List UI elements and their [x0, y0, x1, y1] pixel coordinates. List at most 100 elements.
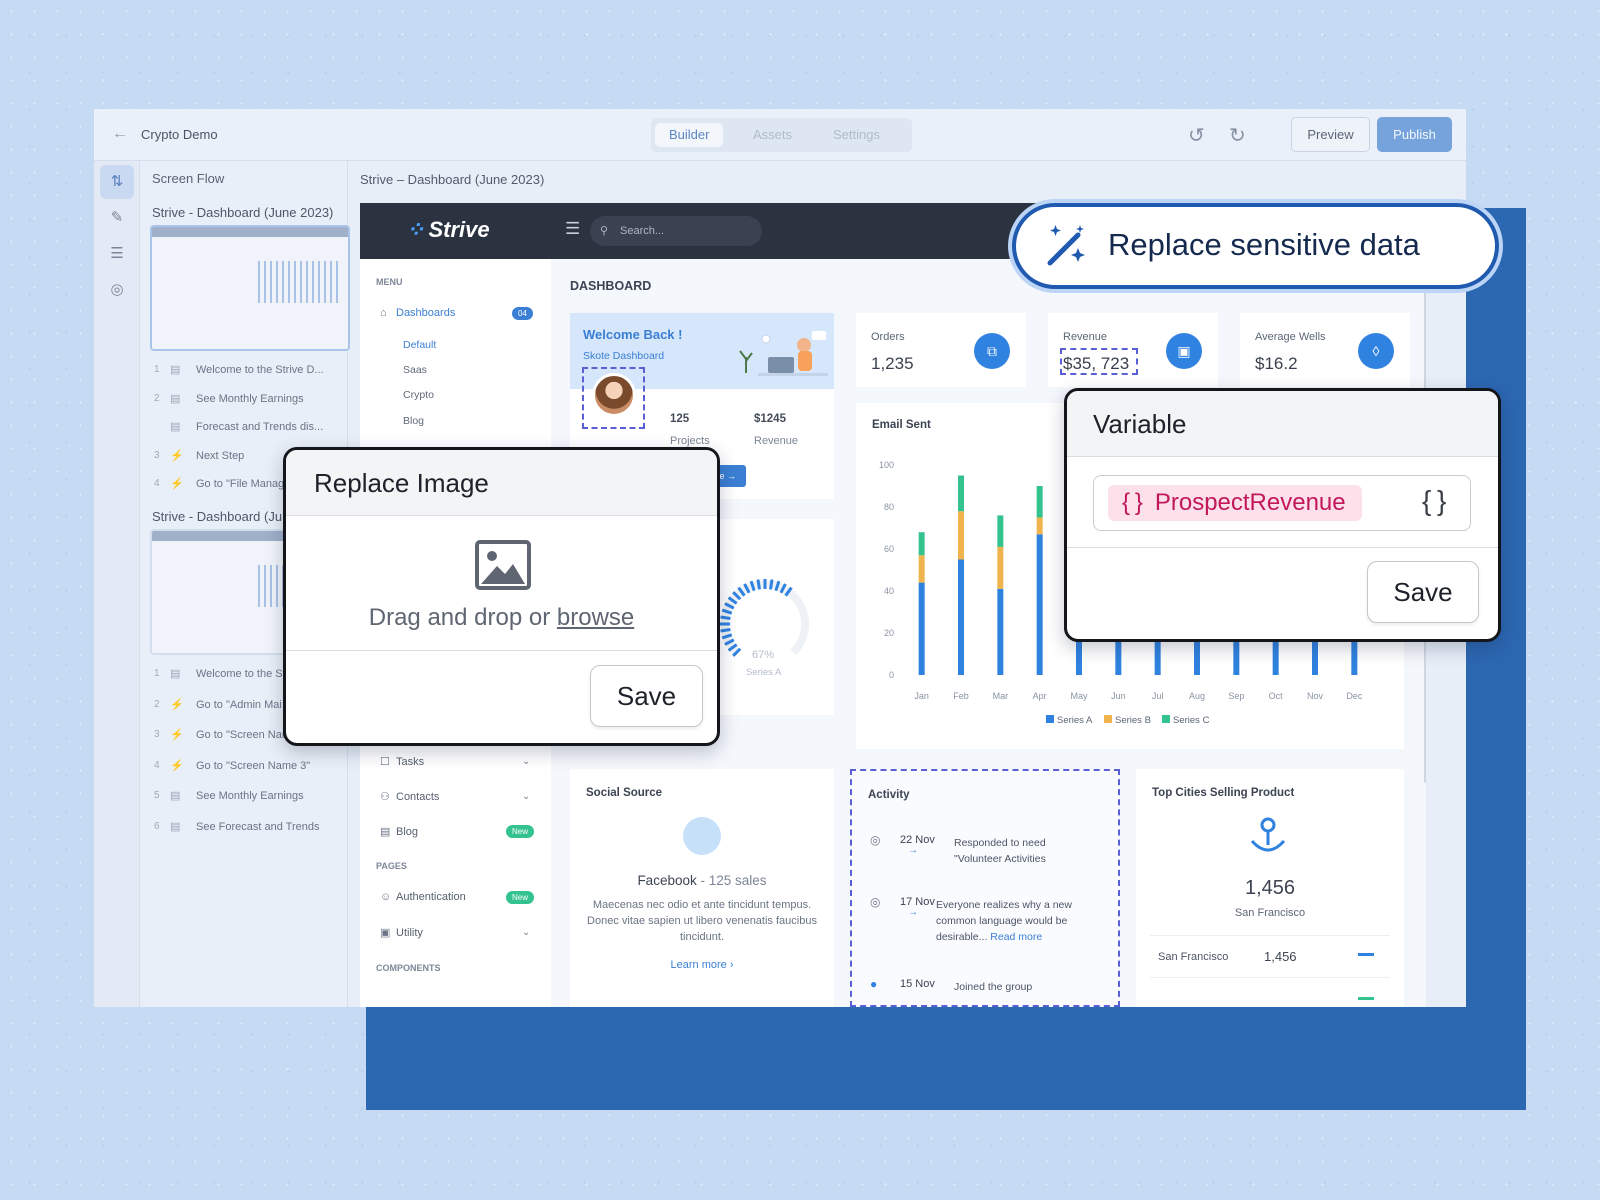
nav-contacts[interactable]: ⚇ Contacts — [380, 790, 439, 803]
screen-flow-icon[interactable]: ⇅ — [100, 165, 134, 199]
modal-title: Variable — [1067, 391, 1498, 457]
replace-image-modal: Replace Image Drag and drop or browse Sa… — [283, 447, 720, 746]
list-icon[interactable]: ☰ — [100, 237, 134, 271]
step-number: 1 — [154, 668, 160, 679]
nav-saas[interactable]: Saas — [403, 364, 427, 376]
bar-series-a — [997, 588, 1004, 675]
drop-zone-text[interactable]: Drag and drop or browse — [286, 604, 717, 632]
contacts-icon: ⚇ — [380, 791, 390, 803]
preview-button[interactable]: Preview — [1291, 117, 1370, 152]
nav-blog-sub[interactable]: Blog — [403, 415, 424, 427]
welcome-subtitle: Skote Dashboard — [583, 350, 665, 362]
bar-series-c — [958, 475, 964, 512]
illustration — [739, 331, 828, 376]
search-input[interactable]: ⚲ Search... — [590, 216, 762, 246]
activity-item: ◎ 22 Nov → Responded to need "Volunteer Act… — [852, 833, 1118, 893]
divider — [1150, 977, 1390, 978]
gauge-series: Series A — [746, 667, 782, 678]
step-label: See Monthly Earnings — [196, 790, 304, 802]
bar-series-a — [958, 559, 964, 675]
legend-swatch — [1162, 715, 1170, 723]
chevron-down-icon: ⌄ — [522, 756, 531, 767]
nav-tasks[interactable]: ☐ Tasks — [380, 755, 424, 768]
hidden-eye-icon[interactable]: ◎ — [100, 273, 134, 307]
nav-default[interactable]: Default — [403, 339, 436, 351]
redo-icon[interactable]: ↻ — [1229, 123, 1246, 148]
undo-icon[interactable]: ↺ — [1188, 123, 1205, 148]
card-title: Social Source — [586, 787, 663, 799]
count-badge: 04 — [512, 307, 533, 320]
divider — [1067, 547, 1498, 548]
braces-icon: { } — [1122, 489, 1143, 516]
lightning-icon: ⚡ — [170, 759, 184, 772]
revenue-value: $1245 — [754, 413, 786, 425]
tab-assets[interactable]: Assets — [739, 123, 806, 147]
flow-step[interactable]: ▤ Forecast and Trends dis... — [150, 416, 348, 440]
save-button[interactable]: Save — [590, 665, 703, 727]
stat-card-revenue: Revenue $35, 723 ▣ — [1048, 313, 1218, 387]
read-more-link[interactable]: Read more — [990, 931, 1042, 943]
nav-dashboards[interactable]: ⌂ Dashboards — [380, 307, 455, 319]
variable-chip[interactable]: { } ProspectRevenue — [1108, 485, 1362, 521]
edit-icon[interactable]: ✎ — [100, 201, 134, 235]
home-icon: ⌂ — [380, 307, 387, 319]
step-number: 4 — [154, 759, 160, 771]
search-icon: ⚲ — [600, 225, 609, 237]
legend-label: Series A — [1057, 715, 1093, 726]
menu-label: MENU — [376, 277, 403, 287]
tool-rail: ⇅ ✎ ☰ ◎ — [94, 161, 140, 1007]
flow-step[interactable]: 1 ▤ Welcome to the Strive D... — [150, 359, 348, 383]
nav-utility[interactable]: ▣ Utility — [380, 926, 423, 939]
screen-icon: ▤ — [170, 421, 181, 433]
insert-variable-icon[interactable]: { } — [1422, 485, 1446, 517]
chevron-down-icon: ⌄ — [522, 927, 531, 938]
x-tick-label: Jan — [914, 691, 929, 701]
replace-sensitive-data-badge: Replace sensitive data — [1012, 203, 1499, 289]
variable-field[interactable]: { } ProspectRevenue { } — [1093, 475, 1471, 531]
flow-step[interactable]: 5 ▤ See Monthly Earnings — [150, 785, 348, 809]
stat-card-average: Average Wells $16.2 ◊ — [1240, 313, 1410, 387]
activity-dot-icon: ◎ — [870, 895, 881, 909]
save-button[interactable]: Save — [1367, 561, 1479, 623]
modal-title: Replace Image — [286, 450, 717, 516]
screen-icon: ▤ — [170, 364, 181, 376]
browse-link[interactable]: browse — [557, 604, 634, 631]
divider — [286, 650, 717, 651]
x-tick-label: May — [1070, 691, 1088, 701]
y-tick-label: 100 — [879, 460, 894, 470]
flow-step[interactable]: 4 ⚡ Go to "Screen Name 3" — [150, 755, 348, 779]
file-icon: ▣ — [380, 927, 391, 939]
step-label: See Forecast and Trends — [196, 820, 320, 833]
legend-label: Series C — [1173, 715, 1210, 726]
x-tick-label: Jul — [1152, 691, 1164, 701]
nav-authentication[interactable]: ☺ Authentication — [380, 891, 466, 903]
revenue-label: Revenue — [754, 435, 799, 447]
tab-settings[interactable]: Settings — [819, 123, 894, 147]
tab-builder[interactable]: Builder — [655, 123, 724, 147]
legend-swatch — [1046, 715, 1054, 723]
nav-crypto[interactable]: Crypto — [403, 389, 434, 401]
stat-card-orders: Orders 1,235 ⧉ — [856, 313, 1026, 387]
projects-value: 125 — [670, 413, 690, 425]
lightning-icon: ⚡ — [170, 698, 184, 711]
bar-series-c — [997, 515, 1004, 547]
back-arrow-icon[interactable]: ← — [112, 125, 128, 143]
legend-label: Series B — [1115, 715, 1151, 726]
hamburger-icon[interactable]: ☰ — [565, 219, 580, 239]
learn-more-link[interactable]: Learn more › — [570, 959, 834, 971]
flow-step[interactable]: 2 ▤ See Monthly Earnings — [150, 388, 348, 412]
x-tick-label: Nov — [1307, 691, 1324, 701]
lightning-icon: ⚡ — [170, 478, 184, 490]
step-number: 6 — [154, 820, 160, 832]
screen-icon: ▤ — [170, 392, 181, 405]
city-name: San Francisco — [1158, 951, 1229, 963]
chevron-down-icon: ⌄ — [522, 791, 531, 802]
chart-title: Email Sent — [872, 419, 931, 431]
publish-button[interactable]: Publish — [1377, 117, 1452, 152]
flow-step[interactable]: 6 ▤ See Forecast and Trends — [150, 816, 348, 840]
activity-dot-icon: ◎ — [870, 833, 881, 847]
nav-blog[interactable]: ▤ Blog — [380, 825, 418, 838]
page-title: DASHBOARD — [570, 279, 652, 293]
screen-thumbnail[interactable] — [150, 225, 350, 351]
y-tick-label: 20 — [884, 628, 894, 638]
